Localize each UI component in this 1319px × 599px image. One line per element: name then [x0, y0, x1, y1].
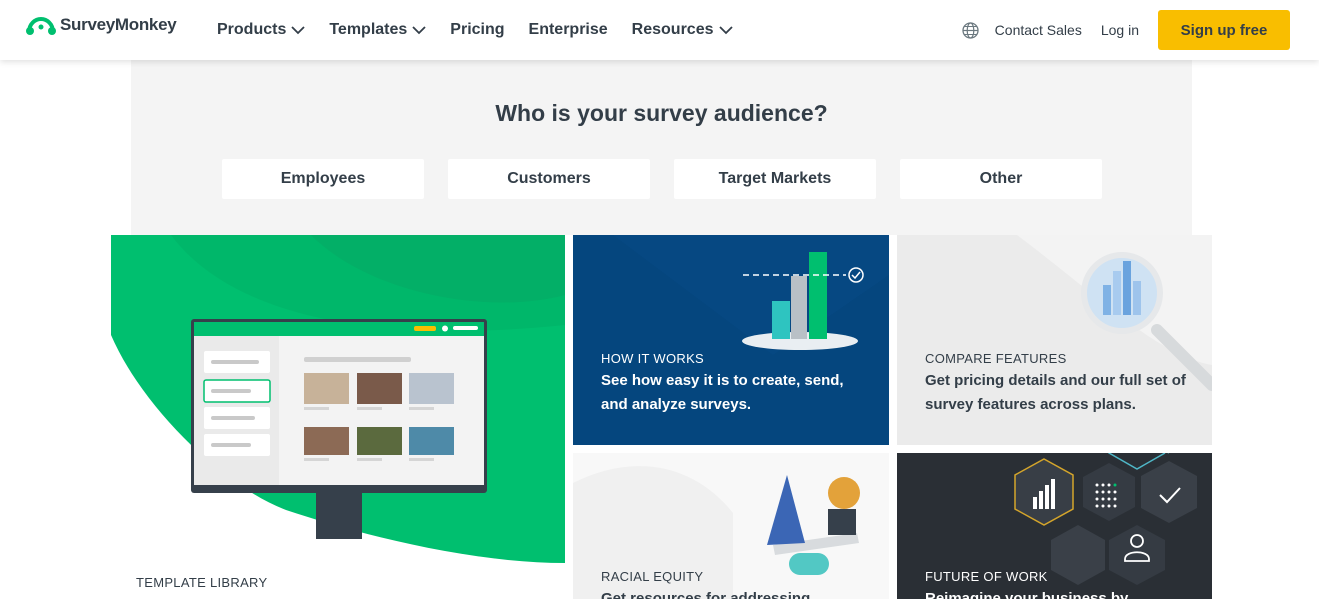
template-library-eyebrow: TEMPLATE LIBRARY — [136, 575, 268, 590]
globe-icon[interactable] — [962, 21, 979, 39]
nav-templates-label: Templates — [329, 21, 408, 38]
header-actions: Contact Sales Log in Sign up free — [962, 10, 1290, 50]
logo-text: SurveyMonkey — [60, 15, 177, 34]
chevron-down-icon — [412, 26, 426, 35]
login-link[interactable]: Log in — [1101, 22, 1139, 38]
future-of-work-eyebrow: FUTURE OF WORK — [925, 569, 1048, 584]
how-it-works-card[interactable]: HOW IT WORKS See how easy it is to creat… — [573, 235, 889, 445]
racial-equity-text: Get resources for addressing — [601, 590, 811, 599]
nav-pricing-label: Pricing — [450, 21, 505, 38]
compare-features-eyebrow: COMPARE FEATURES — [925, 351, 1067, 366]
audience-target-markets-button[interactable]: Target Markets — [674, 159, 876, 199]
nav-resources[interactable]: Resources — [632, 21, 733, 39]
racial-equity-eyebrow: RACIAL EQUITY — [601, 569, 704, 584]
nav-enterprise-label: Enterprise — [528, 21, 608, 38]
racial-equity-card[interactable]: RACIAL EQUITY Get resources for addressi… — [573, 453, 889, 599]
future-of-work-text: Reimagine your business by — [925, 590, 1129, 599]
sign-up-button[interactable]: Sign up free — [1158, 10, 1290, 50]
audience-other-button[interactable]: Other — [900, 159, 1102, 199]
nav-templates[interactable]: Templates — [329, 21, 426, 39]
chevron-down-icon — [291, 26, 305, 35]
main-nav: Products Templates Pricing Enterprise Re… — [217, 0, 733, 60]
compare-features-card[interactable]: COMPARE FEATURES Get pricing details and… — [897, 235, 1212, 445]
audience-title: Who is your survey audience? — [495, 100, 828, 126]
nav-pricing[interactable]: Pricing — [450, 21, 504, 39]
nav-resources-label: Resources — [631, 21, 714, 38]
how-it-works-text: See how easy it is to create, send, and … — [601, 372, 844, 413]
audience-employees-button[interactable]: Employees — [222, 159, 424, 199]
audience-customers-button[interactable]: Customers — [448, 159, 650, 199]
chevron-down-icon — [718, 26, 733, 35]
nav-products[interactable]: Products — [217, 21, 305, 39]
audience-panel: Who is your survey audience? Employees C… — [131, 60, 1192, 235]
nav-enterprise[interactable]: Enterprise — [529, 21, 608, 39]
nav-products-label: Products — [217, 21, 287, 38]
logo[interactable]: SurveyMonkey — [26, 14, 177, 36]
surveymonkey-logo-icon — [26, 16, 56, 35]
contact-sales-link[interactable]: Contact Sales — [995, 22, 1082, 38]
template-library-illustration — [111, 235, 565, 563]
how-it-works-eyebrow: HOW IT WORKS — [601, 351, 705, 366]
future-of-work-card[interactable]: FUTURE OF WORK Reimagine your business b… — [897, 453, 1212, 599]
compare-features-text: Get pricing details and our full set of … — [925, 372, 1186, 413]
site-header: SurveyMonkey Products Templates Pricing … — [0, 0, 1319, 60]
template-library-card[interactable]: TEMPLATE LIBRARY — [111, 235, 565, 599]
